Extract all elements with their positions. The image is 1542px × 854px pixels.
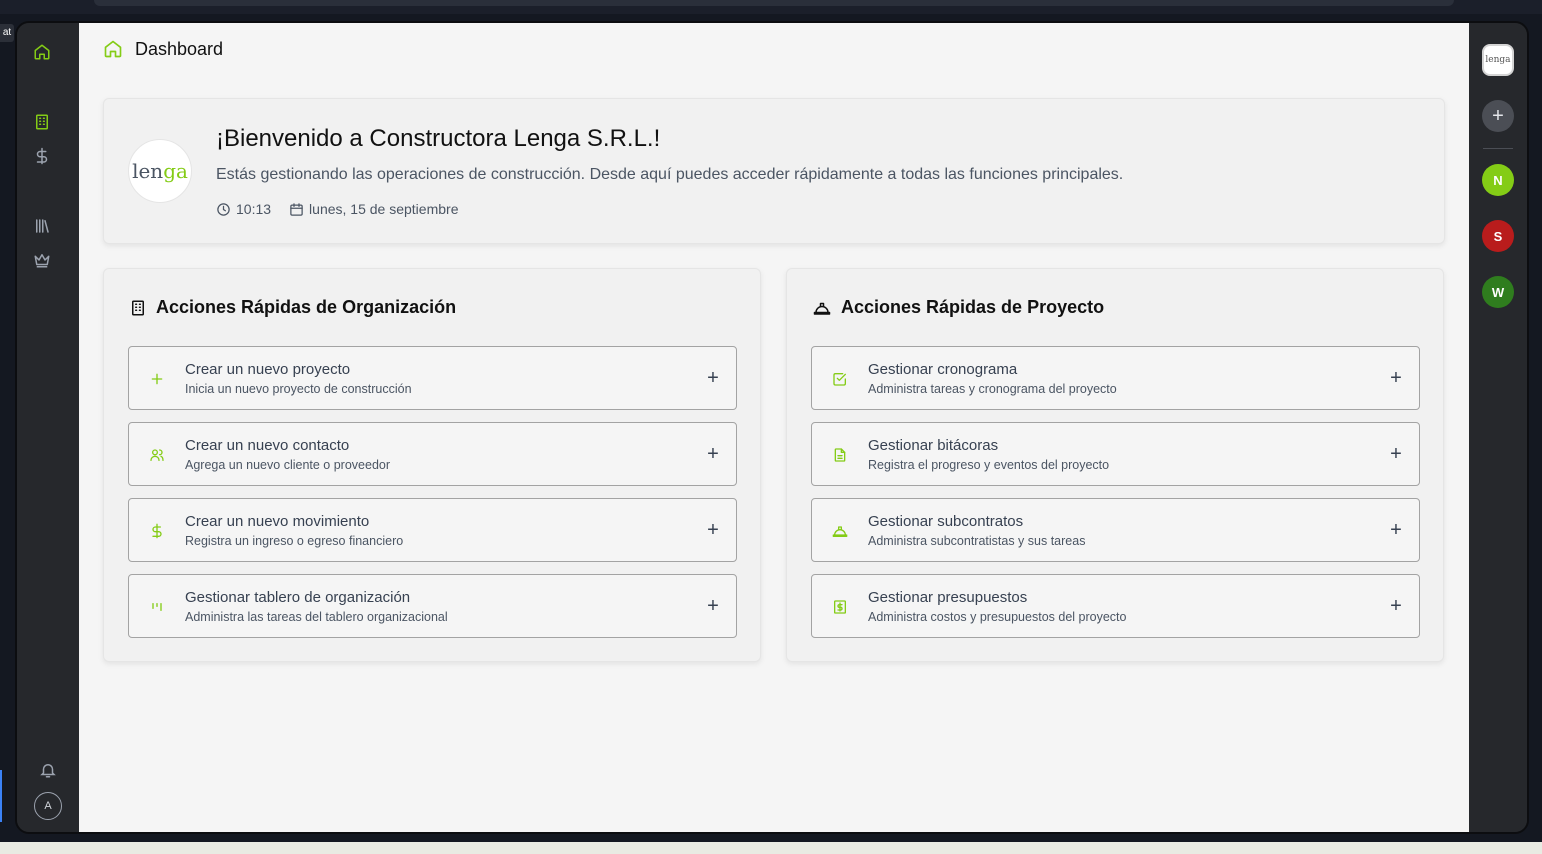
action-subtitle: Registra un ingreso o egreso financiero <box>185 534 404 548</box>
action-subtitle: Administra subcontratistas y sus tareas <box>868 534 1086 548</box>
breadcrumb: Dashboard <box>103 37 223 61</box>
welcome-card: len ga ¡Bienvenido a Constructora Lenga S… <box>103 98 1445 244</box>
add-icon[interactable]: + <box>702 367 724 389</box>
library-icon[interactable] <box>31 215 53 237</box>
manage-schedule-button[interactable]: Gestionar cronograma Administra tareas y… <box>811 346 1420 410</box>
manage-subcontracts-button[interactable]: Gestionar subcontratos Administra subcon… <box>811 498 1420 562</box>
action-title: Gestionar cronograma <box>868 361 1018 378</box>
kanban-icon <box>147 597 167 617</box>
current-time: 10:13 <box>236 201 272 217</box>
crown-icon[interactable] <box>31 249 53 271</box>
company-logo: len ga <box>128 139 192 203</box>
bell-icon[interactable] <box>37 759 59 781</box>
building-icon[interactable] <box>31 111 53 133</box>
divider <box>1483 148 1513 149</box>
dollar-icon[interactable] <box>31 145 53 167</box>
user-avatar-w[interactable]: W <box>1482 276 1514 308</box>
side-tag: at <box>0 24 14 42</box>
clock-icon <box>217 202 230 216</box>
action-subtitle: Administra tareas y cronograma del proye… <box>868 382 1117 396</box>
dollar-icon <box>147 521 167 541</box>
right-sidebar: lenga + N S W <box>1469 23 1527 832</box>
calendar-check-icon <box>830 369 850 389</box>
add-icon[interactable]: + <box>1385 595 1407 617</box>
action-subtitle: Administra las tareas del tablero organi… <box>185 610 448 624</box>
action-subtitle: Administra costos y presupuestos del pro… <box>868 610 1127 624</box>
left-sidebar: A <box>17 23 79 832</box>
create-project-button[interactable]: Crear un nuevo proyecto Inicia un nuevo … <box>128 346 737 410</box>
add-icon[interactable]: + <box>702 443 724 465</box>
calendar-icon <box>290 202 303 216</box>
app-window: A Dashboard len ga ¡Bienvenido a Construc… <box>15 21 1529 834</box>
org-panel-title: Acciones Rápidas de Organización <box>129 297 456 318</box>
browser-top-strip <box>0 0 1542 14</box>
create-movement-button[interactable]: Crear un nuevo movimiento Registra un in… <box>128 498 737 562</box>
add-icon[interactable]: + <box>702 519 724 541</box>
manage-logs-button[interactable]: Gestionar bitácoras Registra el progreso… <box>811 422 1420 486</box>
file-text-icon <box>830 445 850 465</box>
address-bar[interactable] <box>94 0 1454 6</box>
action-title: Gestionar presupuestos <box>868 589 1028 606</box>
action-subtitle: Registra el progreso y eventos del proye… <box>868 458 1110 472</box>
org-logo-button[interactable]: lenga <box>1482 44 1514 76</box>
action-title: Gestionar subcontratos <box>868 513 1024 530</box>
main-content: Dashboard len ga ¡Bienvenido a Constructo… <box>79 23 1469 832</box>
action-subtitle: Agrega un nuevo cliente o proveedor <box>185 458 391 472</box>
create-contact-button[interactable]: Crear un nuevo contacto Agrega un nuevo … <box>128 422 737 486</box>
action-title: Crear un nuevo movimiento <box>185 513 370 530</box>
user-avatar-s[interactable]: S <box>1482 220 1514 252</box>
action-title: Gestionar tablero de organización <box>185 589 411 606</box>
hard-hat-icon <box>830 521 850 541</box>
hard-hat-icon <box>813 302 831 315</box>
current-date: lunes, 15 de septiembre <box>309 201 459 217</box>
action-subtitle: Inicia un nuevo proyecto de construcción <box>185 382 412 396</box>
action-title: Crear un nuevo contacto <box>185 437 350 454</box>
user-avatar[interactable]: A <box>34 792 62 820</box>
home-icon <box>104 40 122 58</box>
receipt-icon <box>830 597 850 617</box>
add-icon[interactable]: + <box>1385 443 1407 465</box>
add-icon[interactable]: + <box>1385 367 1407 389</box>
welcome-meta: 10:13 lunes, 15 de septiembre <box>216 201 458 217</box>
add-org-button[interactable]: + <box>1482 100 1514 132</box>
plus-icon <box>147 369 167 389</box>
page-title: Dashboard <box>135 38 224 59</box>
project-actions-panel: Acciones Rápidas de Proyecto Gestionar c… <box>786 268 1444 662</box>
action-title: Crear un nuevo proyecto <box>185 361 351 378</box>
manage-budgets-button[interactable]: Gestionar presupuestos Administra costos… <box>811 574 1420 638</box>
welcome-title: ¡Bienvenido a Constructora Lenga S.R.L.! <box>216 125 661 152</box>
user-avatar-n[interactable]: N <box>1482 164 1514 196</box>
project-panel-title: Acciones Rápidas de Proyecto <box>812 297 1104 318</box>
users-icon <box>147 445 167 465</box>
building-icon <box>132 300 144 315</box>
add-icon[interactable]: + <box>1385 519 1407 541</box>
add-icon[interactable]: + <box>702 595 724 617</box>
welcome-description: Estás gestionando las operaciones de con… <box>216 166 1124 183</box>
manage-org-board-button[interactable]: Gestionar tablero de organización Admini… <box>128 574 737 638</box>
bottom-strip <box>0 842 1542 854</box>
org-actions-panel: Acciones Rápidas de Organización Crear u… <box>103 268 761 662</box>
action-title: Gestionar bitácoras <box>868 437 999 454</box>
home-icon[interactable] <box>31 41 53 63</box>
focus-indicator <box>0 770 2 822</box>
